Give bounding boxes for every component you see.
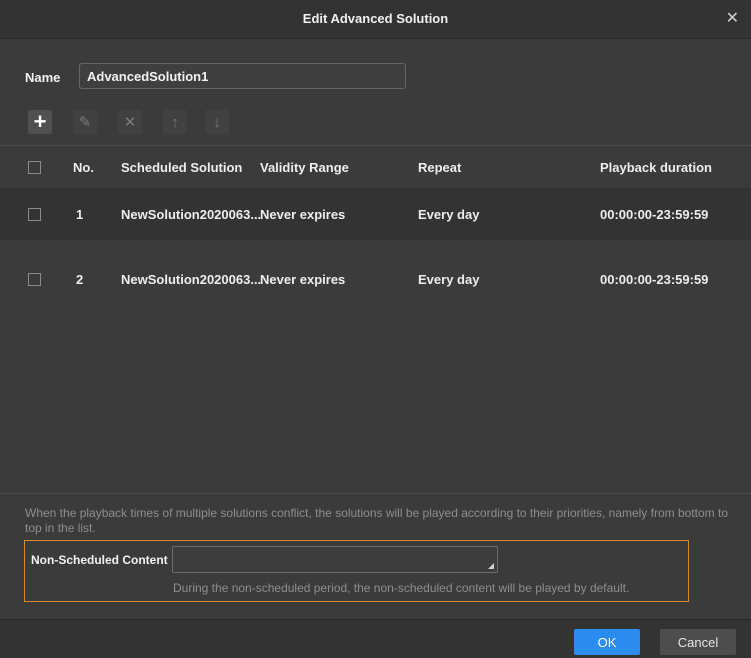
non-scheduled-content-note: During the non-scheduled period, the non… <box>173 581 630 595</box>
priority-hint: When the playback times of multiple solu… <box>25 506 728 535</box>
table-row[interactable]: 1 NewSolution2020063... Never expires Ev… <box>0 188 751 240</box>
row-repeat: Every day <box>418 206 480 222</box>
row-number: 2 <box>76 271 84 287</box>
move-down-icon[interactable]: ↓ <box>205 110 229 134</box>
delete-icon[interactable]: ✕ <box>118 110 142 134</box>
column-header-validity-range[interactable]: Validity Range <box>260 146 349 188</box>
row-validity: Never expires <box>260 206 346 222</box>
dialog-titlebar: Edit Advanced Solution ✕ <box>0 0 751 39</box>
ok-button[interactable]: OK <box>574 629 640 655</box>
table-header: No. Scheduled Solution Validity Range Re… <box>0 145 751 189</box>
section-divider <box>0 493 751 494</box>
non-scheduled-content-section: Non-Scheduled Content During the non-sch… <box>24 540 689 602</box>
dialog-title: Edit Advanced Solution <box>302 11 449 26</box>
close-icon[interactable]: ✕ <box>726 8 739 28</box>
column-header-scheduled-solution[interactable]: Scheduled Solution <box>121 146 242 188</box>
select-all-checkbox[interactable] <box>28 160 41 174</box>
solution-list: 1 NewSolution2020063... Never expires Ev… <box>0 187 751 492</box>
resize-grip-icon[interactable] <box>488 563 494 569</box>
row-duration: 00:00:00-23:59:59 <box>600 206 709 222</box>
move-up-icon[interactable]: ↑ <box>163 110 187 134</box>
cancel-button[interactable]: Cancel <box>660 629 736 655</box>
name-input[interactable] <box>79 63 406 89</box>
table-row[interactable]: 2 NewSolution2020063... Never expires Ev… <box>0 253 751 305</box>
row-checkbox-cell <box>28 253 41 305</box>
row-checkbox[interactable] <box>28 272 41 286</box>
name-label: Name <box>25 70 61 85</box>
column-header-no[interactable]: No. <box>73 146 94 188</box>
add-icon[interactable]: + <box>28 109 52 134</box>
row-repeat: Every day <box>418 271 480 287</box>
row-checkbox[interactable] <box>28 207 41 221</box>
row-solution: NewSolution2020063... <box>121 271 262 287</box>
row-duration: 00:00:00-23:59:59 <box>600 271 709 287</box>
non-scheduled-content-label: Non-Scheduled Content <box>31 553 168 567</box>
column-header-repeat[interactable]: Repeat <box>418 146 461 188</box>
non-scheduled-content-field[interactable] <box>172 546 498 573</box>
row-solution: NewSolution2020063... <box>121 206 262 222</box>
edit-icon[interactable]: ✎ <box>73 110 97 134</box>
column-header-playback-duration[interactable]: Playback duration <box>600 146 712 188</box>
row-checkbox-cell <box>28 188 41 240</box>
row-number: 1 <box>76 206 84 222</box>
row-validity: Never expires <box>260 271 346 287</box>
dialog-footer: OK Cancel <box>0 619 751 658</box>
select-all-cell <box>28 146 41 188</box>
